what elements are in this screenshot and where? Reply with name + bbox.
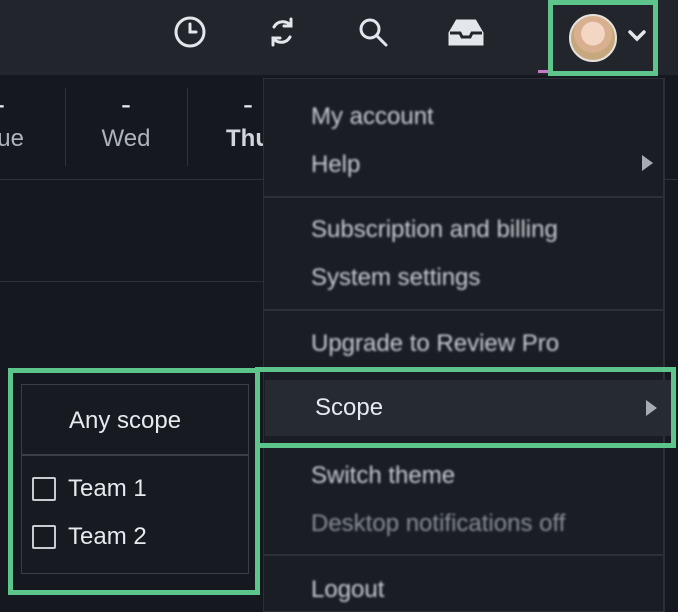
chevron-down-icon (627, 29, 647, 48)
day-divider (65, 88, 66, 166)
submenu-separator (22, 454, 248, 456)
menu-separator (264, 554, 664, 556)
scope-highlight-frame: Scope (255, 367, 676, 448)
checkbox[interactable] (32, 477, 56, 501)
menu-item-system-settings[interactable]: System settings (311, 264, 480, 292)
menu-item-help[interactable]: Help (311, 151, 360, 179)
scope-submenu: Any scope Team 1 Team 2 (21, 384, 249, 574)
scope-option-label: Team 2 (68, 523, 147, 550)
clock-icon[interactable] (170, 12, 210, 52)
menu-item-scope-label: Scope (315, 394, 384, 421)
menu-item-my-account[interactable]: My account (311, 103, 434, 131)
scope-option-team-1[interactable]: Team 1 (32, 475, 147, 503)
search-icon[interactable] (353, 12, 393, 52)
inbox-icon[interactable] (446, 12, 486, 52)
day-column-tue[interactable]: - Tue (0, 85, 60, 153)
menu-separator (264, 196, 664, 198)
checkbox[interactable] (32, 525, 56, 549)
menu-item-desktop-notifications[interactable]: Desktop notifications off (311, 510, 565, 538)
submenu-arrow-icon (642, 155, 653, 171)
menu-item-logout[interactable]: Logout (311, 576, 384, 604)
menu-item-upgrade[interactable]: Upgrade to Review Pro (311, 330, 559, 358)
menu-item-switch-theme[interactable]: Switch theme (311, 462, 455, 490)
day-value: - (0, 85, 60, 125)
scope-option-team-2[interactable]: Team 2 (32, 523, 147, 551)
menu-item-subscription[interactable]: Subscription and billing (311, 216, 558, 244)
scope-option-label: Team 1 (68, 475, 147, 502)
scope-option-any[interactable]: Any scope (69, 407, 181, 435)
user-menu-button[interactable] (548, 0, 658, 76)
scope-submenu-frame: Any scope Team 1 Team 2 (8, 368, 260, 595)
menu-separator (264, 309, 664, 311)
day-label: Wed (101, 125, 151, 152)
submenu-arrow-icon (646, 400, 657, 416)
sync-icon[interactable] (262, 12, 302, 52)
user-avatar (569, 14, 617, 62)
grid-line (0, 281, 263, 282)
day-value: - (121, 88, 131, 121)
day-divider (187, 88, 188, 166)
day-column-wed[interactable]: - Wed (66, 85, 186, 153)
day-label: Tue (0, 125, 24, 152)
user-dropdown-menu: My account Help Subscription and billing… (263, 78, 665, 612)
menu-item-scope[interactable]: Scope (265, 380, 671, 436)
